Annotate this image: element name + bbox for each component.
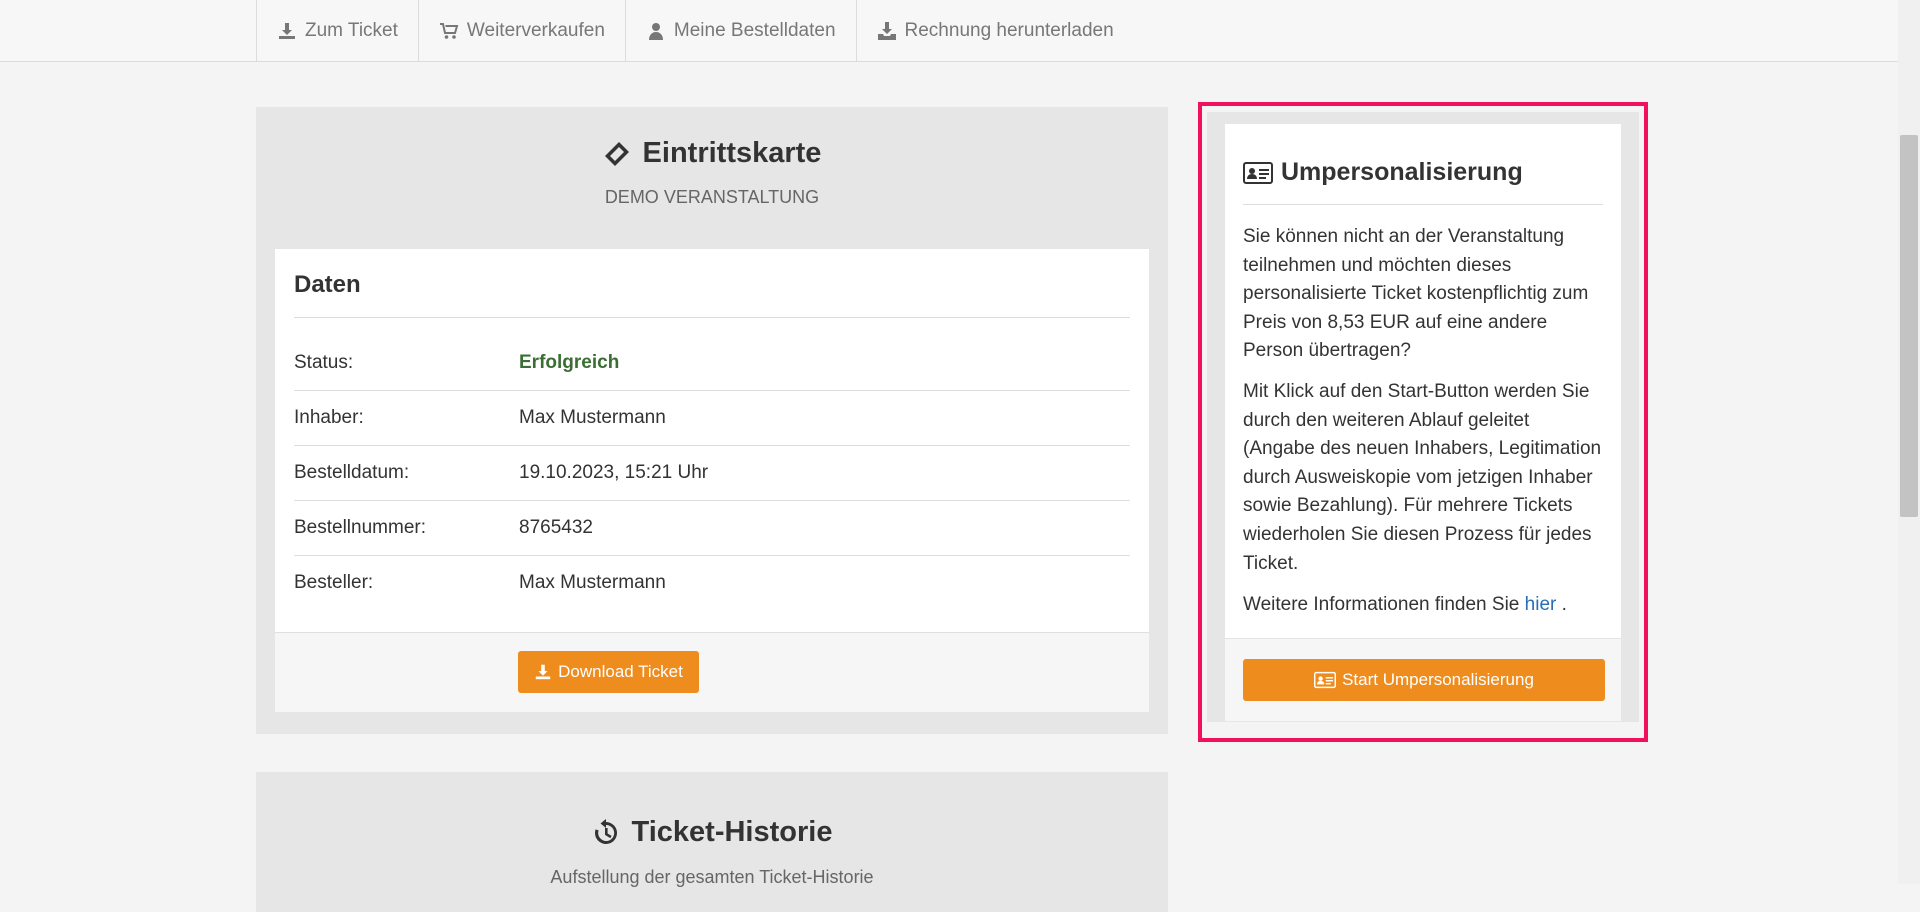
cart-icon (439, 22, 459, 39)
row-value: Max Mustermann (519, 572, 666, 593)
table-row: Bestelldatum: 19.10.2023, 15:21 Uhr (294, 445, 1130, 501)
history-subtitle: Aufstellung der gesamten Ticket-Historie (550, 867, 874, 887)
download-ticket-button[interactable]: Download Ticket (518, 651, 699, 693)
nav-item-rechnung-herunterladen[interactable]: Rechnung herunterladen (855, 0, 1134, 61)
download-tray-icon (877, 21, 896, 40)
row-key: Bestelldatum: (294, 462, 410, 483)
nav-item-label: Weiterverkaufen (466, 19, 605, 41)
table-row: Bestellnummer: 8765432 (294, 500, 1130, 556)
data-card-footer: Download Ticket (275, 632, 1149, 712)
user-icon (648, 22, 663, 40)
history-panel: Ticket-Historie Aufstellung der gesamten… (256, 772, 1168, 912)
data-heading: Daten (294, 271, 361, 298)
row-key: Besteller: (294, 572, 374, 593)
table-row: Inhaber: Max Mustermann (294, 390, 1130, 446)
nav-list: Zum Ticket Weiterverkaufen Meine Bestell… (256, 0, 1134, 61)
nav-item-weiterverkaufen[interactable]: Weiterverkaufen (417, 0, 625, 61)
table-row: Status: Erfolgreich (294, 335, 1130, 391)
download-ticket-label: Download Ticket (558, 662, 683, 681)
highlight-frame (1198, 102, 1648, 742)
nav-item-meine-bestelldaten[interactable]: Meine Bestelldaten (624, 0, 856, 61)
ticket-title: Eintrittskarte (256, 137, 1168, 170)
status-value: Erfolgreich (519, 352, 620, 373)
nav-item-label: Meine Bestelldaten (673, 19, 836, 41)
ticket-subtitle: DEMO VERANSTALTUNG (604, 187, 820, 207)
row-value: 8765432 (519, 517, 593, 538)
row-value: Max Mustermann (519, 407, 666, 428)
download-icon (535, 664, 551, 680)
scrollbar-thumb[interactable] (1900, 135, 1918, 517)
download-icon (279, 22, 295, 39)
row-value: 19.10.2023, 15:21 Uhr (519, 462, 709, 483)
table-row: Besteller: Max Mustermann (294, 555, 1130, 610)
row-key: Inhaber: (294, 407, 364, 428)
row-key: Status: (294, 352, 354, 373)
nav-item-label: Zum Ticket (305, 19, 398, 41)
history-icon (594, 818, 617, 844)
nav-item-label: Rechnung herunterladen (904, 19, 1114, 41)
history-title: Ticket-Historie (256, 816, 1168, 849)
ticket-panel: Eintrittskarte DEMO VERANSTALTUNG Daten … (256, 107, 1168, 734)
scrollbar[interactable] (1898, 0, 1920, 884)
data-card: Daten Status: Erfolgreich Inhaber: Max M… (275, 249, 1149, 712)
ticket-icon (604, 141, 629, 166)
row-key: Bestellnummer: (294, 517, 426, 538)
top-nav: Zum Ticket Weiterverkaufen Meine Bestell… (0, 0, 1898, 62)
divider (294, 317, 1130, 318)
nav-item-zum-ticket[interactable]: Zum Ticket (256, 0, 418, 61)
